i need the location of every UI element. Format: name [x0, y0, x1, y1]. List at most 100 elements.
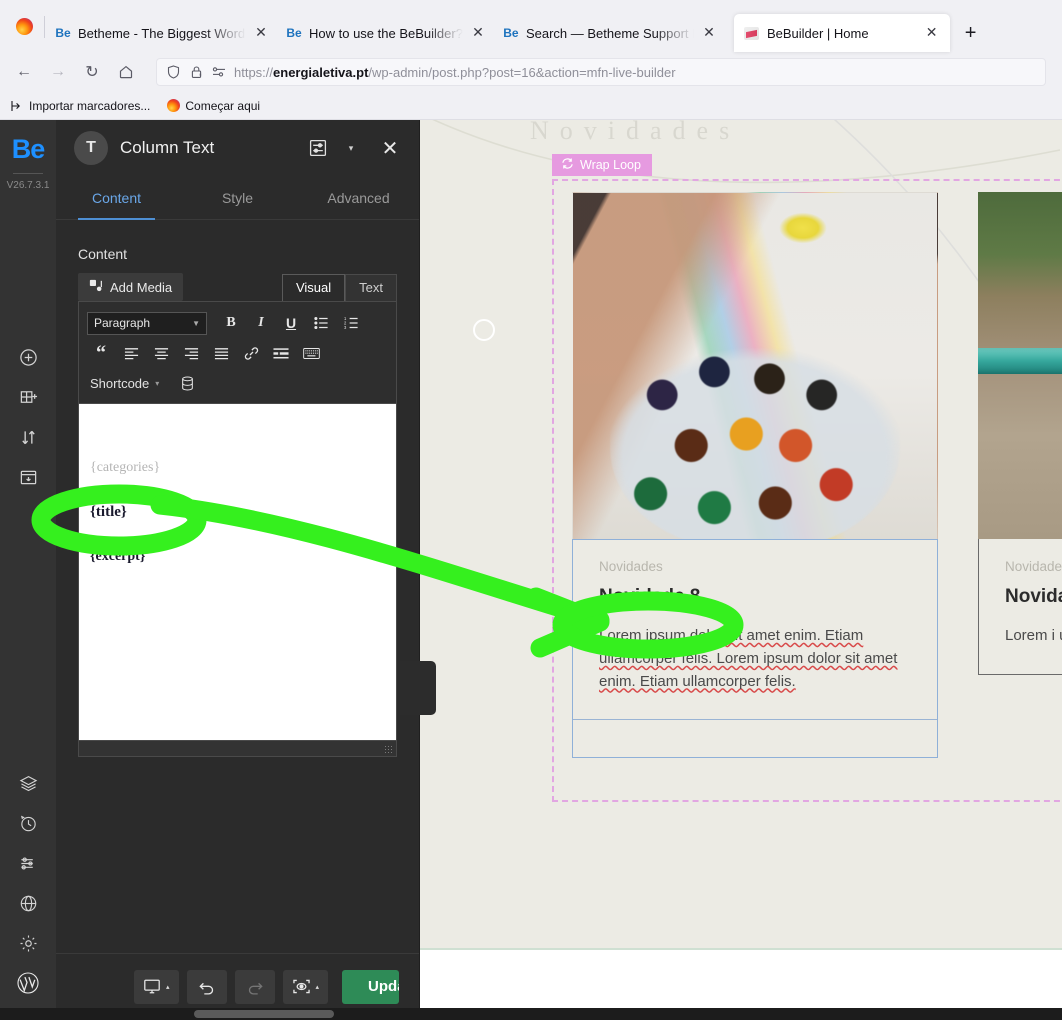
panel-title: Column Text [120, 138, 215, 157]
resize-grip-icon[interactable] [384, 745, 393, 754]
wrap-loop-label: Wrap Loop [580, 158, 641, 172]
home-button[interactable] [110, 57, 142, 87]
new-tab-button[interactable]: + [956, 18, 986, 48]
media-icon [89, 279, 103, 296]
editor-top-bar: Add Media Visual Text [78, 273, 397, 301]
numbered-list-icon[interactable]: 123 [337, 310, 365, 336]
loop-icon [561, 157, 574, 173]
reload-button[interactable]: ↻ [76, 57, 108, 87]
preview-card-1-kicker: Novidades [599, 559, 663, 574]
undo-button[interactable] [186, 969, 227, 1004]
redo-button[interactable] [234, 969, 275, 1004]
sidebar-item-history[interactable] [8, 803, 48, 843]
browser-tab-4-active[interactable]: BeBuilder | Home ✕ [733, 14, 950, 52]
preview-card-1-heading: Novidade 8 [599, 586, 701, 607]
lock-warning-icon[interactable] [188, 64, 204, 80]
chevron-down-icon: ▼ [192, 318, 200, 328]
back-button[interactable]: ← [8, 57, 40, 87]
scrollbar-thumb[interactable] [194, 1010, 334, 1018]
align-center-icon[interactable] [147, 340, 175, 366]
tab-content[interactable]: Content [56, 176, 177, 220]
preview-card-2[interactable]: Novidades Novidade Lorem i ullamco amet … [978, 192, 1062, 675]
bookmark-import[interactable]: Importar marcadores... [10, 99, 150, 113]
editor-mode-tabs: Visual Text [281, 274, 397, 301]
preview-button[interactable]: ▴ [282, 969, 329, 1004]
sidebar-item-templates[interactable] [8, 457, 48, 497]
wrap-loop-badge[interactable]: Wrap Loop [552, 154, 652, 176]
bold-icon[interactable]: B [217, 310, 245, 336]
svg-text:3: 3 [344, 325, 347, 330]
crayons-photo [572, 192, 938, 539]
drag-handle-circle[interactable] [473, 319, 495, 341]
sidebar-item-options[interactable] [8, 843, 48, 883]
close-icon[interactable]: ✕ [253, 25, 269, 41]
add-media-button[interactable]: Add Media [78, 273, 184, 301]
shortcode-dropdown[interactable]: Shortcode ▾ [87, 376, 159, 391]
editor-excerpt-token: {excerpt} [90, 549, 146, 564]
browser-tab-2-title: How to use the BeBuilder? [309, 25, 463, 41]
responsive-preview-button[interactable]: ▴ [134, 969, 179, 1004]
preview-canvas[interactable]: Novidades Wrap Loop Novidades Novidade 8… [420, 120, 1062, 950]
bookmark-import-label: Importar marcadores... [29, 98, 151, 113]
close-panel-icon[interactable]: ✕ [375, 136, 405, 161]
tracking-protection-icon[interactable] [211, 64, 227, 80]
be-logo[interactable]: Be [12, 134, 46, 165]
preview-card-2-kicker: Novidades [1005, 559, 1062, 574]
add-media-label: Add Media [110, 279, 173, 295]
sidebar-item-reorder[interactable] [8, 417, 48, 457]
address-bar[interactable]: https://energialetiva.pt/wp-admin/post.p… [156, 58, 1046, 86]
tab-visual[interactable]: Visual [281, 274, 346, 301]
bulleted-list-icon[interactable] [307, 310, 335, 336]
bookmark-start-here[interactable]: Começar aqui [166, 99, 260, 113]
align-left-icon[interactable] [117, 340, 145, 366]
version-label: V26.7.3.1 [6, 180, 50, 191]
update-button[interactable]: Update [342, 969, 399, 1004]
browser-tab-2[interactable]: Be How to use the BeBuilder? ✕ [276, 14, 493, 52]
chevron-down-icon[interactable]: ▾ [343, 143, 359, 154]
insert-link-icon[interactable] [237, 340, 265, 366]
sidebar-item-add-section[interactable] [8, 377, 48, 417]
browser-tab-3[interactable]: Be Search — Betheme Support For ✕ [493, 14, 724, 52]
element-settings-panel: T Column Text ▾ ✕ Content Style Advanced… [56, 120, 420, 1019]
tab-text[interactable]: Text [345, 274, 397, 301]
preview-card-1[interactable]: Novidades Novidade 8 Lorem ipsum dolor s… [572, 192, 938, 721]
close-icon[interactable]: ✕ [701, 25, 717, 41]
format-select[interactable]: Paragraph ▼ [87, 311, 207, 335]
os-taskbar [0, 1008, 1062, 1020]
sidebar-item-layers[interactable] [8, 763, 48, 803]
read-more-icon[interactable] [267, 340, 295, 366]
update-button-group: Update ▴ [342, 969, 399, 1004]
italic-icon[interactable]: I [247, 310, 275, 336]
shield-icon [165, 64, 181, 80]
editor-resize-bar[interactable] [78, 740, 397, 757]
navigation-bar: ← → ↻ https://energialetiva.pt/wp-admin/… [0, 52, 1062, 92]
keyboard-shortcuts-icon[interactable] [297, 340, 325, 366]
close-icon[interactable]: ✕ [924, 25, 940, 41]
tab-advanced[interactable]: Advanced [298, 176, 419, 219]
sidebar-item-global[interactable] [8, 883, 48, 923]
editor-title-token: {title} [90, 504, 127, 520]
preview-card-2-body: Novidades Novidade Lorem i ullamco amet … [978, 539, 1062, 675]
align-justify-icon[interactable] [207, 340, 235, 366]
wysiwyg-editor: Add Media Visual Text Paragraph ▼ B I U … [78, 273, 397, 757]
panel-layout-icon[interactable] [305, 135, 331, 161]
browser-tab-3-title: Search — Betheme Support For [525, 25, 694, 41]
browser-tab-4-title: BeBuilder | Home [766, 25, 869, 41]
editor-categories-token: {categories} [90, 460, 161, 475]
be-icon: Be [55, 26, 71, 40]
sidebar-item-add-element[interactable] [8, 337, 48, 377]
editor-content-area[interactable]: {categories} {title} {excerpt} [78, 404, 397, 740]
preview-card-2-paragraph: Lorem i ullamco amet en [1005, 627, 1062, 644]
tab-style[interactable]: Style [177, 176, 298, 219]
panel-header: T Column Text ▾ ✕ [56, 120, 419, 176]
browser-tab-1[interactable]: Be Betheme - The Biggest WordPre ✕ [45, 14, 276, 52]
blockquote-icon[interactable]: “ [87, 340, 115, 366]
site-icon [744, 25, 760, 41]
align-right-icon[interactable] [177, 340, 205, 366]
database-icon[interactable] [173, 370, 201, 396]
forward-button[interactable]: → [42, 57, 74, 87]
sidebar-item-settings[interactable] [8, 923, 48, 963]
close-icon[interactable]: ✕ [470, 25, 486, 41]
underline-icon[interactable]: U [277, 310, 305, 336]
wordpress-icon[interactable] [8, 963, 48, 1003]
